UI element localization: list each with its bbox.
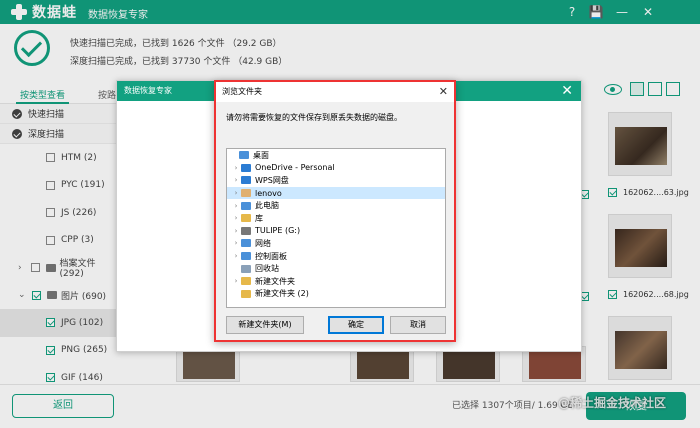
folder-icon (239, 151, 249, 160)
browse-dialog-title-bar: 浏览文件夹 ✕ (216, 82, 454, 102)
folder-icon (241, 289, 251, 298)
chevron-right-icon[interactable]: › (231, 189, 241, 197)
folder-node[interactable]: › WPS网盘 (227, 174, 445, 187)
folder-icon (241, 176, 251, 185)
folder-node[interactable]: › 库 (227, 212, 445, 225)
folder-label: 回收站 (255, 264, 279, 274)
close-icon[interactable]: ✕ (439, 82, 448, 102)
folder-icon (241, 214, 251, 223)
chevron-right-icon[interactable]: › (231, 202, 241, 210)
folder-node[interactable]: › lenovo (227, 186, 445, 200)
browse-dialog-title: 浏览文件夹 (222, 87, 262, 96)
folder-node[interactable]: 回收站 (227, 262, 445, 275)
folder-node[interactable]: 桌面 (227, 149, 445, 162)
folder-label: 此电脑 (255, 201, 279, 211)
chevron-right-icon[interactable]: › (231, 277, 241, 285)
ok-button[interactable]: 确定 (328, 316, 384, 334)
folder-node[interactable]: › 控制面板 (227, 250, 445, 263)
folder-label: 库 (255, 213, 263, 223)
browse-description: 请勿将需要恢复的文件保存到原丢失数据的磁盘。 (226, 113, 402, 122)
folder-label: 桌面 (253, 150, 269, 160)
new-folder-button[interactable]: 新建文件夹(M) (226, 316, 304, 334)
browse-folder-dialog: 浏览文件夹 ✕ 请勿将需要恢复的文件保存到原丢失数据的磁盘。 桌面 › OneDri… (214, 80, 456, 342)
chevron-right-icon[interactable]: › (231, 176, 241, 184)
folder-label: WPS网盘 (255, 175, 289, 185)
folder-label: TULIPE (G:) (255, 226, 301, 236)
folder-label: 网络 (255, 238, 271, 248)
chevron-right-icon[interactable]: › (231, 239, 241, 247)
chevron-right-icon[interactable]: › (231, 252, 241, 260)
chevron-right-icon[interactable]: › (231, 227, 241, 235)
folder-label: 新建文件夹 (2) (255, 289, 309, 299)
cancel-button[interactable]: 取消 (390, 316, 446, 334)
folder-icon (241, 277, 251, 286)
folder-label: 新建文件夹 (255, 276, 295, 286)
folder-node[interactable]: › TULIPE (G:) (227, 225, 445, 238)
folder-icon (241, 201, 251, 210)
folder-tree[interactable]: 桌面 › OneDrive - Personal › WPS网盘 › lenovo › 此电脑 ›… (226, 148, 446, 308)
close-icon[interactable]: ✕ (561, 81, 573, 101)
folder-node[interactable]: › 新建文件夹 (227, 275, 445, 288)
folder-label: lenovo (255, 188, 282, 198)
folder-icon (241, 226, 251, 235)
folder-icon (241, 264, 251, 273)
folder-node[interactable]: › 此电脑 (227, 199, 445, 212)
folder-icon (241, 189, 251, 198)
chevron-right-icon[interactable]: › (231, 164, 241, 172)
folder-icon (241, 163, 251, 172)
dialog-title: 数据恢复专家 (124, 86, 172, 95)
folder-label: 控制面板 (255, 251, 287, 261)
folder-node[interactable]: › 网络 (227, 237, 445, 250)
folder-icon (241, 252, 251, 261)
folder-node[interactable]: › OneDrive - Personal (227, 162, 445, 175)
chevron-right-icon[interactable]: › (231, 214, 241, 222)
folder-icon (241, 239, 251, 248)
folder-label: OneDrive - Personal (255, 163, 335, 173)
folder-node[interactable]: 新建文件夹 (2) (227, 288, 445, 301)
